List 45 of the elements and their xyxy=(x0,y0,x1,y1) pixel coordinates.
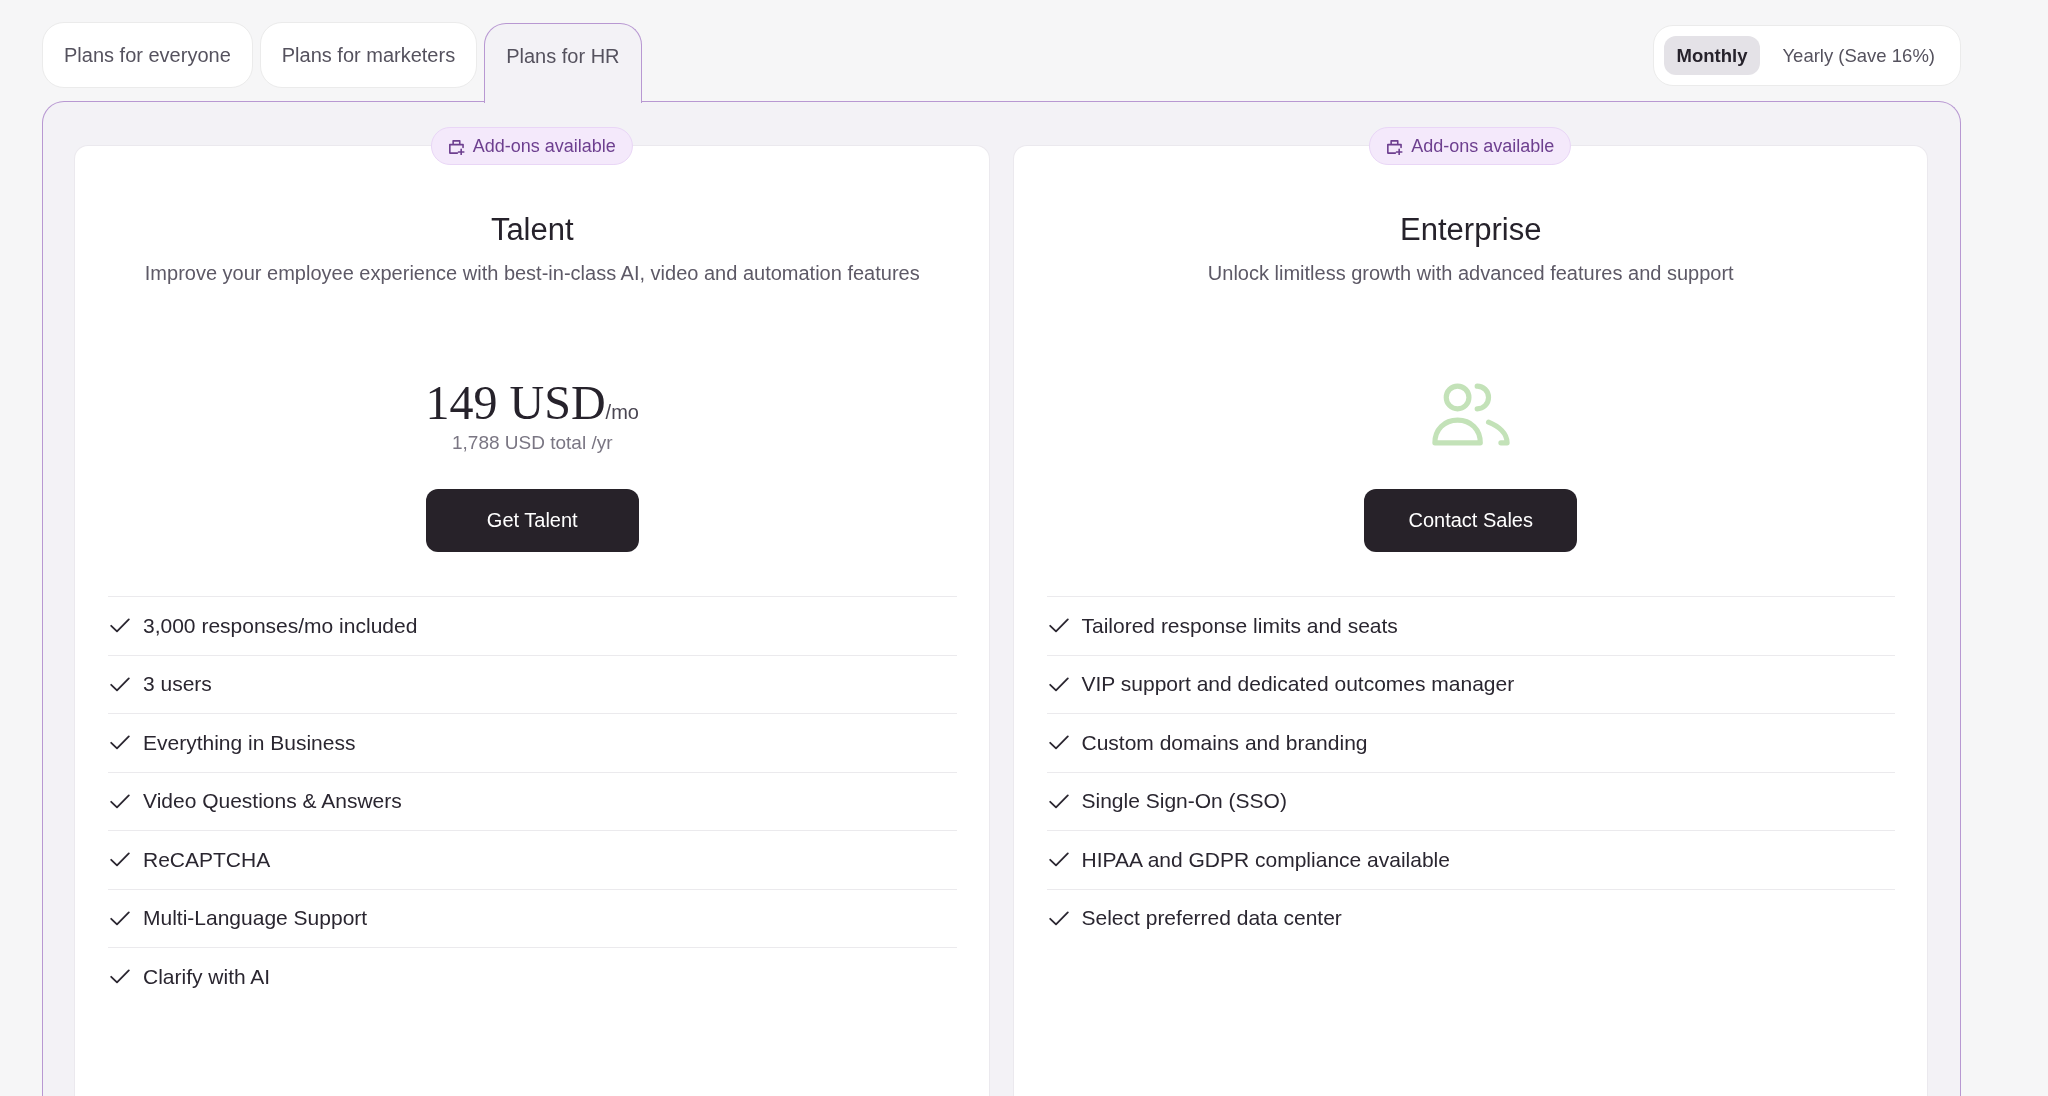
check-icon xyxy=(110,910,130,926)
check-icon xyxy=(110,969,130,985)
check-icon xyxy=(1048,618,1069,634)
plan-tab[interactable]: Plans for everyone xyxy=(42,22,253,88)
bag-plus-icon xyxy=(1386,137,1404,155)
bag-plus-icon xyxy=(447,137,465,155)
feature-text: 3,000 responses/mo included xyxy=(143,613,418,638)
plan-title: Enterprise xyxy=(1399,211,1543,249)
price-note: 1,788 USD total /yr xyxy=(452,431,613,455)
feature-text: Custom domains and branding xyxy=(1081,730,1368,755)
plan-tab[interactable]: Plans for HR xyxy=(484,22,642,103)
feature-text: Video Questions & Answers xyxy=(143,789,402,814)
feature-text: Clarify with AI xyxy=(143,964,271,989)
plan-description: Improve your employee experience with best-in-class AI, video and automation features xyxy=(143,261,921,286)
check-icon xyxy=(110,852,130,868)
check-icon xyxy=(1048,676,1069,692)
badge-label: Add-ons available xyxy=(1411,135,1555,157)
plan-button[interactable]: Get Talent xyxy=(425,489,639,552)
feature-text: Tailored response limits and seats xyxy=(1081,613,1398,638)
plan-description: Unlock limitless growth with advanced features and support xyxy=(1206,261,1735,286)
badge-label: Add-ons available xyxy=(472,135,616,157)
check-icon xyxy=(110,618,130,634)
feature-text: HIPAA and GDPR compliance available xyxy=(1081,847,1450,872)
plan-tab[interactable]: Plans for marketers xyxy=(259,22,478,88)
feature-text: 3 users xyxy=(143,672,212,697)
plan-title: Talent xyxy=(489,211,575,249)
plan-button[interactable]: Contact Sales xyxy=(1364,489,1578,552)
feature-text: Single Sign-On (SSO) xyxy=(1081,789,1287,814)
check-icon xyxy=(1048,910,1069,926)
feature-text: Multi-Language Support xyxy=(143,906,368,931)
check-icon xyxy=(110,676,130,692)
feature-text: Everything in Business xyxy=(143,730,356,755)
billing-option[interactable]: Monthly xyxy=(1663,36,1761,75)
price-unit: /mo xyxy=(605,401,639,424)
check-icon xyxy=(1048,735,1069,751)
check-icon xyxy=(1048,852,1069,868)
feature-text: VIP support and dedicated outcomes manager xyxy=(1081,672,1515,697)
feature-text: Select preferred data center xyxy=(1081,906,1342,931)
check-icon xyxy=(1048,793,1069,809)
check-icon xyxy=(110,793,130,809)
check-icon xyxy=(110,735,130,751)
price-amount: 149 USD xyxy=(425,375,606,431)
people-icon xyxy=(1429,382,1512,448)
feature-text: ReCAPTCHA xyxy=(143,847,271,872)
billing-option[interactable]: Yearly (Save 16%) xyxy=(1769,36,1948,75)
